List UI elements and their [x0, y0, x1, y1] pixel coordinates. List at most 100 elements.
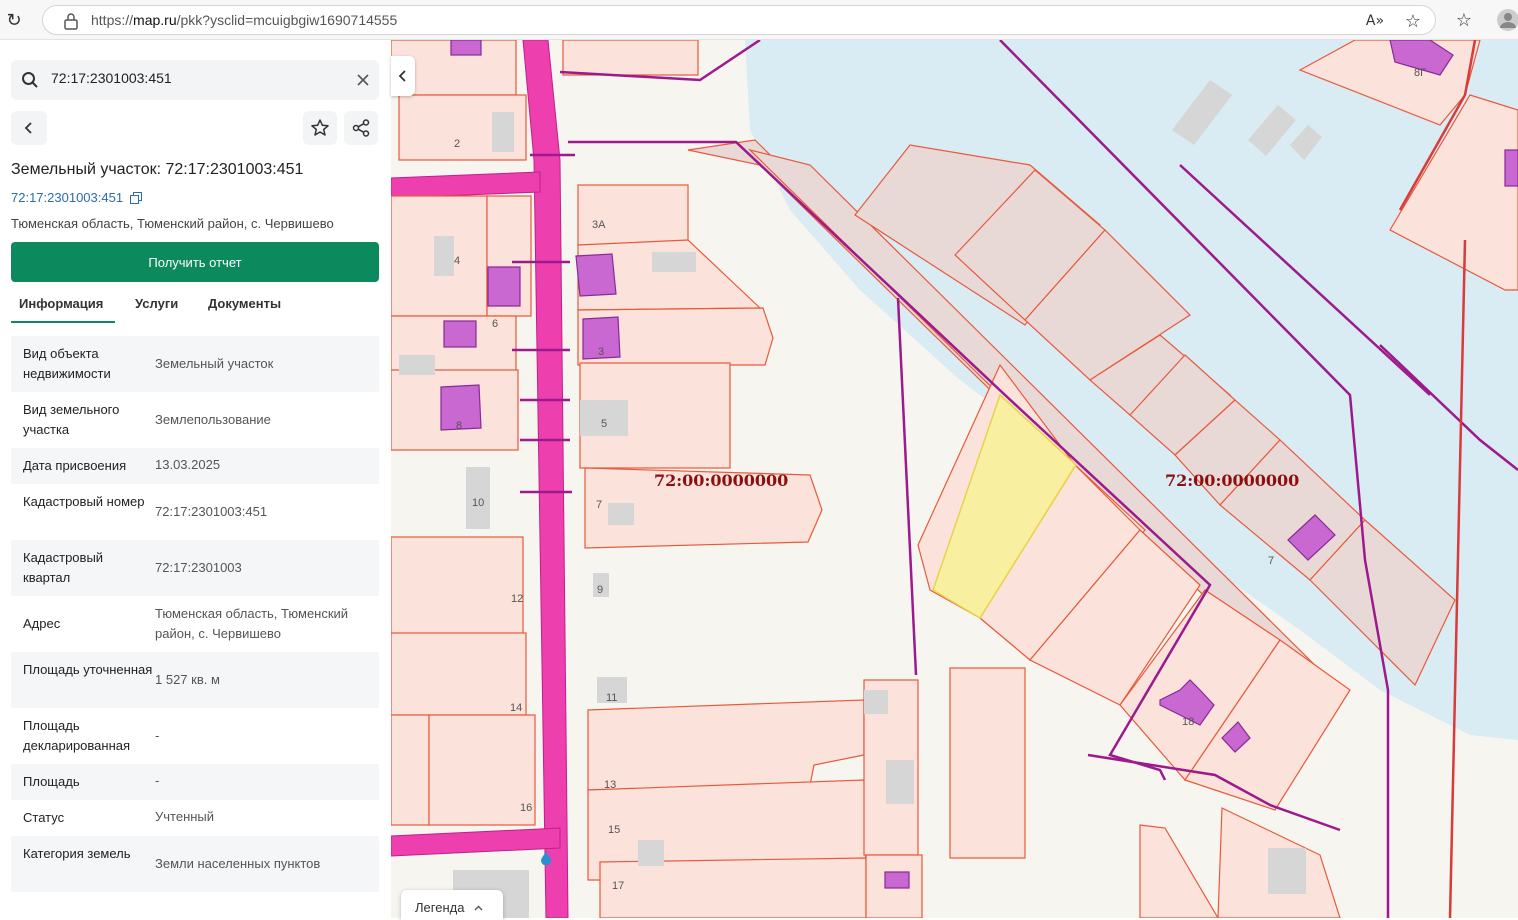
search-icon: [22, 72, 38, 88]
property-row: Вид объекта недвижимости Земельный участ…: [11, 336, 379, 392]
house-number: 6: [492, 318, 499, 330]
quarter-label: 72:00:0000000: [1165, 471, 1300, 490]
collapse-sidebar-button[interactable]: [391, 56, 415, 96]
property-row: Площадь -: [11, 764, 379, 800]
house-number: 3: [598, 346, 605, 358]
url-host: map.ru: [133, 12, 177, 28]
property-row: Кадастровый квартал 72:17:2301003: [11, 540, 379, 596]
property-value: Тюменская область, Тюменский район, с. Ч…: [155, 606, 349, 641]
water-drop-icon: [541, 852, 551, 865]
house-number: 7: [1268, 555, 1275, 567]
house-number: 11: [606, 692, 618, 704]
property-key: Площадь уточненная: [23, 662, 153, 677]
property-key: Категория земель: [23, 846, 131, 861]
url-path: /pkk?ysclid=mcuigbgiw1690714555: [176, 12, 398, 28]
property-row: Категория земель Земли населенных пункто…: [11, 836, 379, 892]
property-value: -: [155, 728, 160, 743]
house-number: 7: [596, 499, 603, 511]
map-canvas[interactable]: [391, 40, 1518, 918]
property-row: Адрес Тюменская область, Тюменский район…: [11, 596, 379, 652]
legend-label: Легенда: [415, 900, 465, 915]
property-row: Вид земельного участка Землепользование: [11, 392, 379, 448]
back-button[interactable]: [11, 111, 47, 145]
house-number: 2: [454, 138, 461, 150]
property-row: Площадь декларированная -: [11, 708, 379, 764]
tab-documents[interactable]: Документы: [208, 296, 281, 311]
info-tabs: Информация Услуги Документы: [11, 292, 379, 324]
tab-services[interactable]: Услуги: [135, 296, 178, 311]
property-key: Вид объекта недвижимости: [23, 346, 111, 381]
property-row: Дата присвоения 13.03.2025: [11, 448, 379, 484]
clear-search-icon[interactable]: [357, 74, 369, 86]
star-icon: [311, 119, 329, 136]
properties-table: Вид объекта недвижимости Земельный участ…: [11, 336, 379, 892]
property-value: 13.03.2025: [155, 457, 221, 472]
house-number: 8Г: [1414, 67, 1427, 79]
house-number: 16: [520, 802, 533, 814]
quarter-label: 72:00:0000000: [654, 471, 789, 490]
tab-information[interactable]: Информация: [19, 296, 103, 311]
road-horizontal-bottom: [391, 827, 561, 857]
house-number: 12: [511, 593, 524, 605]
browser-toolbar: ↻ https://map.ru/pkk?ysclid=mcuigbgiw169…: [0, 0, 1518, 40]
house-number: 3А: [592, 219, 606, 231]
share-icon: [352, 119, 370, 137]
property-value: 72:17:2301003:451: [155, 504, 268, 519]
property-key: Дата присвоения: [23, 458, 127, 473]
property-key: Статус: [23, 810, 65, 825]
info-sidebar: 72:17:2301003:451 Земельный участок: 72:…: [0, 40, 391, 918]
house-number: 10: [472, 497, 485, 509]
url-text[interactable]: https://map.ru/pkk?ysclid=mcuigbgiw16907…: [91, 12, 397, 28]
property-value: 1 527 кв. м: [155, 672, 220, 687]
cadastral-number-link[interactable]: 72:17:2301003:451: [11, 190, 142, 205]
legend-button[interactable]: Легенда: [401, 890, 503, 920]
property-key: Кадастровый квартал: [23, 550, 104, 585]
reload-icon[interactable]: ↻: [2, 8, 26, 32]
house-number: 9: [597, 584, 604, 596]
road-horizontal-top: [391, 171, 541, 199]
property-value: -: [155, 773, 160, 788]
cadastral-link-text[interactable]: 72:17:2301003:451: [11, 190, 123, 205]
property-key: Кадастровый номер: [23, 494, 145, 509]
url-prefix: https://: [91, 12, 134, 28]
property-row: Площадь уточненная 1 527 кв. м: [11, 652, 379, 708]
object-title: Земельный участок: 72:17:2301003:451: [11, 161, 304, 178]
house-number: 14: [510, 702, 523, 714]
property-value: Учтенный: [155, 809, 215, 824]
house-number: 13: [604, 779, 617, 791]
chevron-left-icon: [24, 122, 32, 134]
property-key: Вид земельного участка: [23, 402, 120, 437]
house-number: 8: [456, 420, 463, 432]
address-line: Тюменская область, Тюменский район, с. Ч…: [11, 216, 334, 231]
property-row: Статус Учтенный: [11, 800, 379, 836]
chevron-left-icon: [398, 70, 406, 82]
address-bar[interactable]: https://map.ru/pkk?ysclid=mcuigbgiw16907…: [42, 5, 1436, 35]
property-key: Адрес: [23, 616, 61, 631]
house-number: 4: [454, 255, 461, 267]
property-value: Земли населенных пунктов: [155, 856, 321, 871]
favorites-list-icon[interactable]: ☆: [1452, 8, 1476, 32]
share-button[interactable]: [344, 111, 378, 145]
cadastral-map[interactable]: 72:00:0000000 72:00:0000000 2 3А 4 6 3 8…: [391, 40, 1518, 918]
read-aloud-icon[interactable]: A»: [1363, 9, 1387, 33]
get-report-button[interactable]: Получить отчет: [11, 242, 379, 282]
search-input[interactable]: 72:17:2301003:451: [51, 70, 172, 86]
lock-icon[interactable]: [63, 12, 79, 30]
active-tab-indicator: [11, 321, 115, 323]
copy-icon[interactable]: [129, 192, 142, 204]
house-number: 17: [612, 880, 625, 892]
favorite-button[interactable]: [303, 111, 337, 145]
property-row: Кадастровый номер 72:17:2301003:451: [11, 484, 379, 540]
chevron-up-icon: [474, 905, 483, 911]
search-box[interactable]: 72:17:2301003:451: [11, 60, 379, 100]
house-number: 5: [601, 418, 608, 430]
house-number: 15: [608, 824, 621, 836]
profile-avatar[interactable]: [1496, 8, 1518, 32]
favorite-star-icon[interactable]: ☆: [1401, 9, 1425, 33]
property-value: Землепользование: [155, 412, 271, 427]
property-value: Земельный участок: [155, 356, 274, 371]
property-value: 72:17:2301003: [155, 560, 242, 575]
property-key: Площадь декларированная: [23, 718, 131, 753]
property-key: Площадь: [23, 774, 80, 789]
house-number: 18: [1182, 716, 1195, 728]
